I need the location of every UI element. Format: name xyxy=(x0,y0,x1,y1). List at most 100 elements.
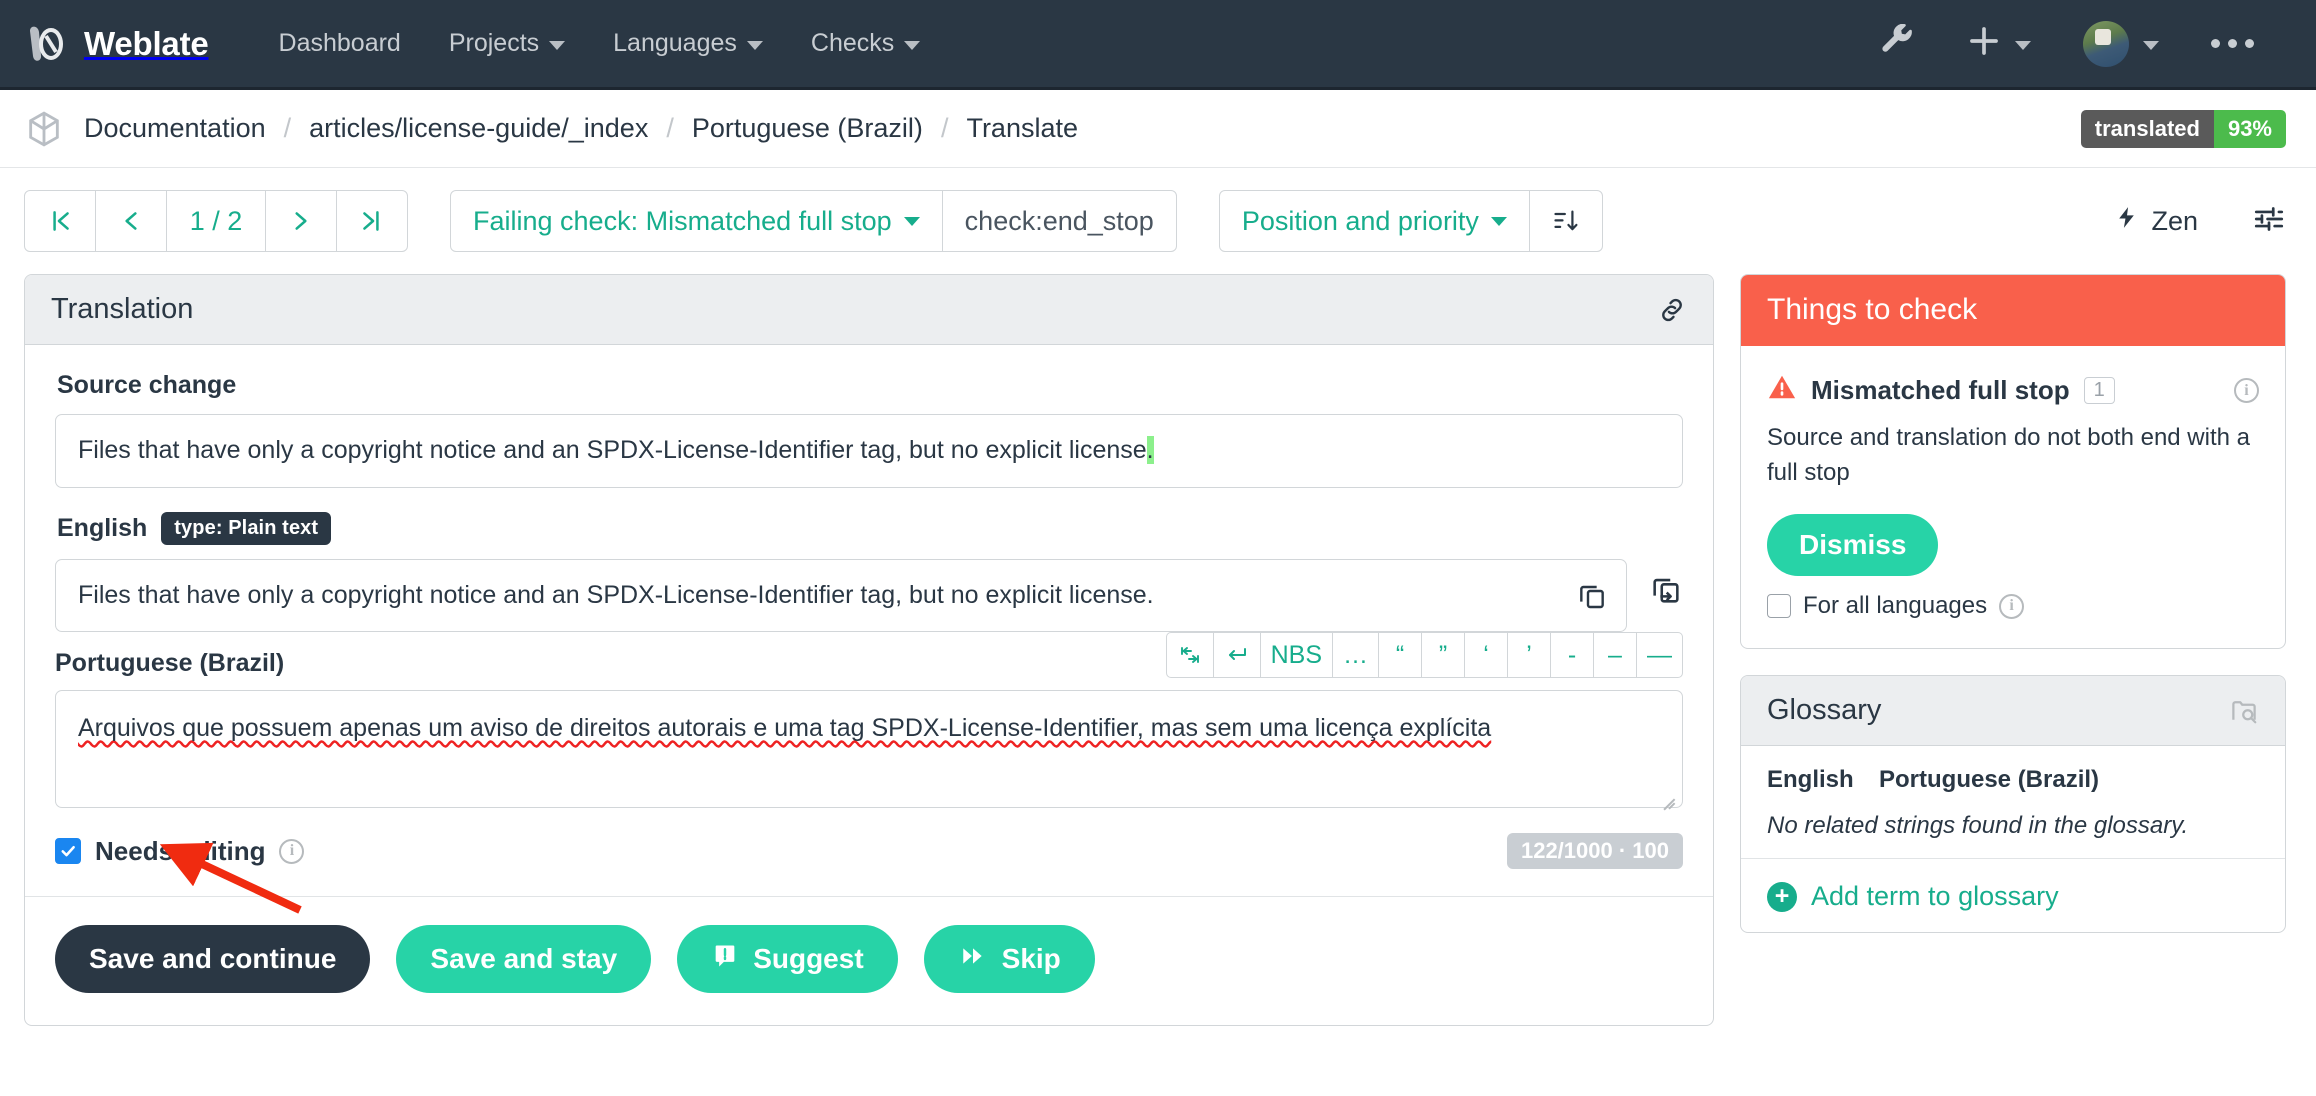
info-icon[interactable]: i xyxy=(279,839,304,864)
left-double-quote-button[interactable]: “ xyxy=(1378,632,1422,678)
status-badge-value: 93% xyxy=(2214,110,2286,148)
brand-home-link[interactable]: Weblate xyxy=(24,21,209,67)
failing-check-filter-dropdown[interactable]: Failing check: Mismatched full stop xyxy=(450,190,943,252)
chevron-down-icon xyxy=(904,41,920,50)
copy-source-button[interactable] xyxy=(1576,579,1608,611)
tab-character-button[interactable] xyxy=(1166,632,1214,678)
save-and-continue-button[interactable]: Save and continue xyxy=(55,925,370,993)
target-language-name: Portuguese (Brazil) xyxy=(55,649,284,678)
add-term-label: Add term to glossary xyxy=(1811,881,2059,912)
check-icon xyxy=(59,842,77,860)
panel-title: Translation xyxy=(51,293,193,326)
sort-group: Position and priority xyxy=(1219,190,1603,252)
em-dash-button[interactable]: — xyxy=(1636,632,1683,678)
left-single-quote-button[interactable]: ‘ xyxy=(1464,632,1508,678)
right-single-quote-button[interactable]: ’ xyxy=(1507,632,1551,678)
more-menu-button[interactable] xyxy=(2185,39,2280,48)
glossary-empty-message: No related strings found in the glossary… xyxy=(1767,812,2259,840)
needs-editing-label: Needs editing xyxy=(95,836,265,867)
needs-editing-checkbox[interactable]: Needs editing i xyxy=(55,836,304,867)
nav-item-label: Languages xyxy=(613,29,737,58)
glossary-table: English Portuguese (Brazil) No related s… xyxy=(1741,746,2285,858)
info-icon[interactable]: i xyxy=(1999,594,2024,619)
en-dash-button[interactable]: – xyxy=(1593,632,1637,678)
source-change-added: . xyxy=(1147,436,1154,464)
last-page-icon xyxy=(359,208,385,234)
sort-order-dropdown[interactable]: Position and priority xyxy=(1219,190,1530,252)
for-all-languages-box[interactable] xyxy=(1767,594,1791,618)
glossary-column-target: Portuguese (Brazil) xyxy=(1879,766,2099,794)
glossary-title: Glossary xyxy=(1767,694,1881,727)
string-navigation-group: 1 / 2 xyxy=(24,190,408,252)
next-page-button[interactable] xyxy=(265,190,337,252)
first-page-button[interactable] xyxy=(24,190,96,252)
save-and-stay-button[interactable]: Save and stay xyxy=(396,925,651,993)
chevron-down-icon xyxy=(904,217,920,226)
breadcrumb-separator: / xyxy=(927,113,963,144)
warning-triangle-icon xyxy=(1767,372,1797,409)
permalink-icon[interactable] xyxy=(1657,295,1687,325)
for-all-languages-checkbox[interactable]: For all languages i xyxy=(1767,592,2259,620)
brand-name: Weblate xyxy=(84,25,209,63)
nav-item-languages[interactable]: Languages xyxy=(589,29,787,58)
add-term-to-glossary-link[interactable]: + Add term to glossary xyxy=(1767,881,2259,912)
nav-item-checks[interactable]: Checks xyxy=(787,29,944,58)
chevron-down-icon xyxy=(549,41,565,50)
needs-editing-box[interactable] xyxy=(55,838,81,864)
sort-direction-button[interactable] xyxy=(1529,190,1603,252)
previous-page-button[interactable] xyxy=(95,190,167,252)
right-double-quote-button[interactable]: ” xyxy=(1421,632,1465,678)
newline-character-icon xyxy=(1224,643,1250,667)
dismiss-button[interactable]: Dismiss xyxy=(1767,514,1938,576)
breadcrumb-item-translate[interactable]: Translate xyxy=(962,113,1082,144)
skip-label: Skip xyxy=(1002,943,1061,975)
translation-text: Arquivos que possuem apenas um aviso de … xyxy=(78,714,1491,742)
main-content: Translation Source change Files that hav… xyxy=(0,274,2316,1026)
suggest-icon xyxy=(711,942,739,977)
filter-group: Failing check: Mismatched full stop chec… xyxy=(450,190,1177,252)
search-query-input[interactable]: check:end_stop xyxy=(942,190,1177,252)
breadcrumb-separator: / xyxy=(270,113,306,144)
source-change-label: Source change xyxy=(57,371,1683,400)
next-page-icon xyxy=(288,208,314,234)
add-button[interactable] xyxy=(1941,24,2057,63)
wrench-icon xyxy=(1881,24,1915,63)
breadcrumb-item-language[interactable]: Portuguese (Brazil) xyxy=(688,113,927,144)
things-to-check-panel: Things to check Mismatched full stop 1 i… xyxy=(1740,274,2286,649)
chevron-down-icon xyxy=(2015,41,2031,50)
plus-icon xyxy=(1967,24,2001,63)
newline-character-button[interactable] xyxy=(1213,632,1261,678)
tools-button[interactable] xyxy=(1855,24,1941,63)
clone-to-translation-button[interactable] xyxy=(1649,573,1683,607)
tab-character-icon xyxy=(1177,643,1203,667)
ellipsis-character-button[interactable]: … xyxy=(1332,632,1379,678)
translation-input[interactable]: Arquivos que possuem apenas um aviso de … xyxy=(55,690,1683,808)
copy-icon xyxy=(1576,579,1608,611)
user-menu-button[interactable] xyxy=(2057,21,2185,67)
nav-item-projects[interactable]: Projects xyxy=(425,29,589,58)
zen-mode-link[interactable]: Zen xyxy=(2114,205,2198,237)
textarea-resize-handle[interactable] xyxy=(1659,785,1677,803)
lightning-bolt-icon xyxy=(2114,205,2139,237)
last-page-button[interactable] xyxy=(336,190,408,252)
breadcrumb-item-project[interactable]: Documentation xyxy=(80,113,270,144)
glossary-search-icon[interactable] xyxy=(2229,696,2259,726)
nav-item-label: Projects xyxy=(449,29,539,58)
save-and-continue-label: Save and continue xyxy=(89,943,336,975)
suggest-button[interactable]: Suggest xyxy=(677,925,897,993)
source-change-text: Files that have only a copyright notice … xyxy=(55,414,1683,488)
hyphen-button[interactable]: - xyxy=(1550,632,1594,678)
source-change-unchanged: Files that have only a copyright notice … xyxy=(78,436,1147,464)
character-counter: 122/1000 · 100 xyxy=(1507,833,1683,869)
display-settings-button[interactable] xyxy=(2252,202,2286,241)
breadcrumb-item-component[interactable]: articles/license-guide/_index xyxy=(305,113,652,144)
nav-item-dashboard[interactable]: Dashboard xyxy=(255,29,425,58)
source-string-row: Files that have only a copyright notice … xyxy=(55,559,1683,633)
chevron-down-icon xyxy=(2143,41,2159,50)
skip-button[interactable]: Skip xyxy=(924,925,1095,993)
breadcrumb-separator: / xyxy=(652,113,688,144)
non-breaking-space-button[interactable]: NBS xyxy=(1260,632,1333,678)
things-to-check-header: Things to check xyxy=(1741,275,2285,346)
weblate-logo-icon xyxy=(24,21,70,67)
info-icon[interactable]: i xyxy=(2234,378,2259,403)
